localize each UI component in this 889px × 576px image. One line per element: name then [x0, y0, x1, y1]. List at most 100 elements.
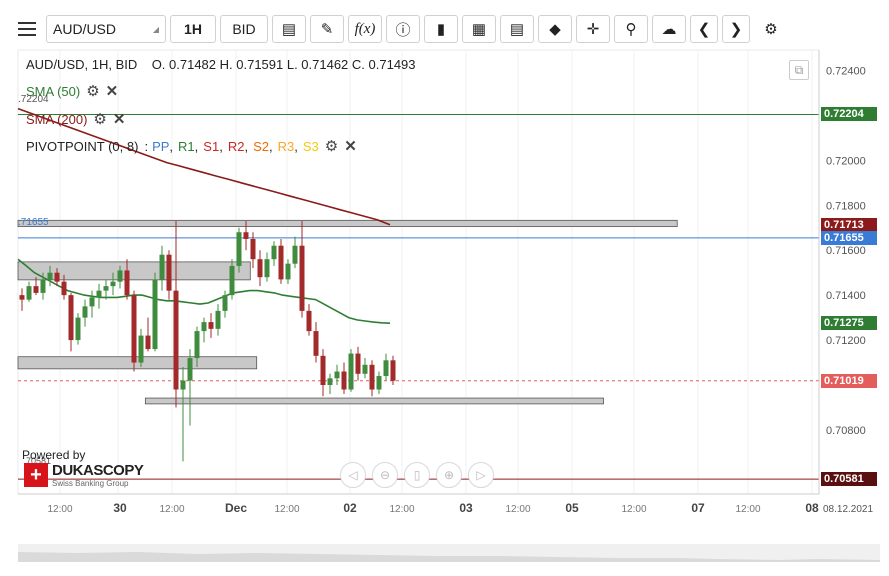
legend-pivot: PIVOTPOINT (0, 8) : PP, R1, S1, R2, S2, R3, S3…	[26, 137, 357, 155]
candle-body	[208, 322, 214, 329]
pivot-colon: :	[144, 138, 149, 154]
timeline-scrollbar[interactable]	[18, 544, 880, 562]
candle-body	[327, 378, 333, 386]
ohlc-info: AUD/USD, 1H, BID O. 0.71482 H. 0.71591 L…	[26, 57, 416, 72]
candle-body	[82, 306, 88, 318]
swiss-cross-icon: +	[24, 463, 48, 487]
candle-body	[159, 254, 165, 280]
candle-body	[187, 358, 193, 381]
overview-sparkline	[18, 552, 880, 562]
price-label: 0.70581	[821, 472, 877, 487]
candle-body	[26, 286, 32, 300]
x-tick-label: 07	[691, 501, 705, 515]
candle-body	[376, 376, 382, 390]
candle-body	[215, 310, 221, 329]
x-tick-label: 12:00	[274, 504, 299, 515]
pivot-items: PP, R1, S1, R2, S2, R3, S3	[152, 139, 319, 154]
zoom-out-icon[interactable]: ⊖	[372, 462, 398, 488]
candle-body	[313, 331, 319, 356]
candle-body	[110, 281, 116, 287]
left-label-pp: .71655	[18, 217, 49, 228]
x-tick-label: 05	[565, 501, 579, 515]
pivot-separator: ,	[194, 138, 199, 154]
x-tick-label: 30	[113, 501, 127, 515]
pivot-item-pp: PP	[152, 138, 170, 154]
price-label: 0.71019	[821, 373, 877, 388]
pivot-item-r2: R2	[227, 138, 245, 154]
pivot-item-s1: S1	[203, 138, 220, 154]
candle-body	[383, 360, 389, 377]
reset-icon[interactable]: ▯	[404, 462, 430, 488]
close-icon[interactable]: ✕	[106, 82, 119, 100]
popout-icon[interactable]: ⧉	[789, 60, 809, 80]
x-date-label: 08.12.2021	[823, 504, 873, 515]
x-tick-label: 12:00	[735, 504, 760, 515]
candle-body	[264, 259, 270, 278]
candle-body	[390, 360, 396, 381]
x-tick-label: Dec	[225, 501, 247, 515]
candle-body	[250, 238, 256, 260]
x-tick-label: 12:00	[47, 504, 72, 515]
candle-body	[166, 254, 172, 291]
candle-body	[243, 232, 249, 239]
pivot-separator: ,	[244, 138, 249, 154]
price-zone	[17, 219, 678, 228]
x-tick-label: 02	[343, 501, 357, 515]
candle-body	[75, 317, 81, 341]
candle-body	[33, 286, 39, 293]
candle-body	[117, 270, 123, 282]
candle-body	[40, 279, 46, 293]
x-tick-label: 12:00	[159, 504, 184, 515]
x-tick-label: 12:00	[621, 504, 646, 515]
candle-body	[278, 245, 284, 280]
gear-icon[interactable]: ⚙	[93, 110, 106, 128]
candle-body	[201, 322, 207, 332]
price-zone	[17, 261, 251, 281]
pivot-item-r3: R3	[277, 138, 295, 154]
gear-icon[interactable]: ⚙	[325, 137, 338, 155]
candle-body	[355, 353, 361, 374]
pivot-separator: ,	[169, 138, 174, 154]
y-tick-label: 0.71400	[826, 290, 866, 302]
candle-body	[306, 310, 312, 332]
price-label: 0.72204	[821, 107, 877, 122]
candle-body	[19, 295, 25, 300]
candle-body	[96, 290, 102, 298]
candle-body	[89, 297, 95, 307]
scroll-left-icon[interactable]: ◁	[340, 462, 366, 488]
x-tick-label: 03	[459, 501, 473, 515]
candle-body	[348, 353, 354, 390]
pivot-separator: ,	[294, 138, 298, 154]
candle-body	[320, 355, 326, 386]
x-tick-label: 08	[805, 501, 819, 515]
price-label: 0.71655	[821, 230, 877, 245]
candle-body	[257, 259, 263, 278]
candle-body	[68, 295, 74, 341]
candle-body	[362, 364, 368, 374]
candle-body	[173, 290, 179, 390]
y-tick-label: 0.72000	[826, 155, 866, 167]
close-icon[interactable]: ✕	[113, 110, 126, 128]
price-chart[interactable]: 0.72400 0.72000 0.71800 0.71600 0.71400 0.712…	[0, 0, 889, 576]
x-tick-label: 12:00	[389, 504, 414, 515]
pivot-item-r1: R1	[178, 138, 195, 154]
candle-body	[236, 232, 242, 266]
x-tick-label: 12:00	[505, 504, 530, 515]
price-label: 0.71713	[821, 217, 877, 232]
pivot-label: PIVOTPOINT (0, 8)	[26, 138, 139, 154]
left-label-r1: .72204	[18, 94, 49, 105]
candle-body	[145, 335, 151, 350]
chart-navigation: ◁ ⊖ ▯ ⊕ ▷	[340, 462, 494, 488]
pivot-item-s3: S3	[302, 138, 319, 154]
close-icon[interactable]: ✕	[344, 137, 357, 155]
candle-body	[292, 245, 298, 264]
dukascopy-logo: + DUKASCOPY Swiss Banking Group	[24, 461, 144, 489]
zoom-in-icon[interactable]: ⊕	[436, 462, 462, 488]
candle-body	[334, 371, 340, 379]
gear-icon[interactable]: ⚙	[86, 82, 99, 100]
scroll-right-icon[interactable]: ▷	[468, 462, 494, 488]
pivot-separator: ,	[219, 138, 223, 154]
candle-body	[138, 335, 144, 363]
candle-body	[194, 331, 200, 359]
candle-body	[271, 245, 277, 260]
